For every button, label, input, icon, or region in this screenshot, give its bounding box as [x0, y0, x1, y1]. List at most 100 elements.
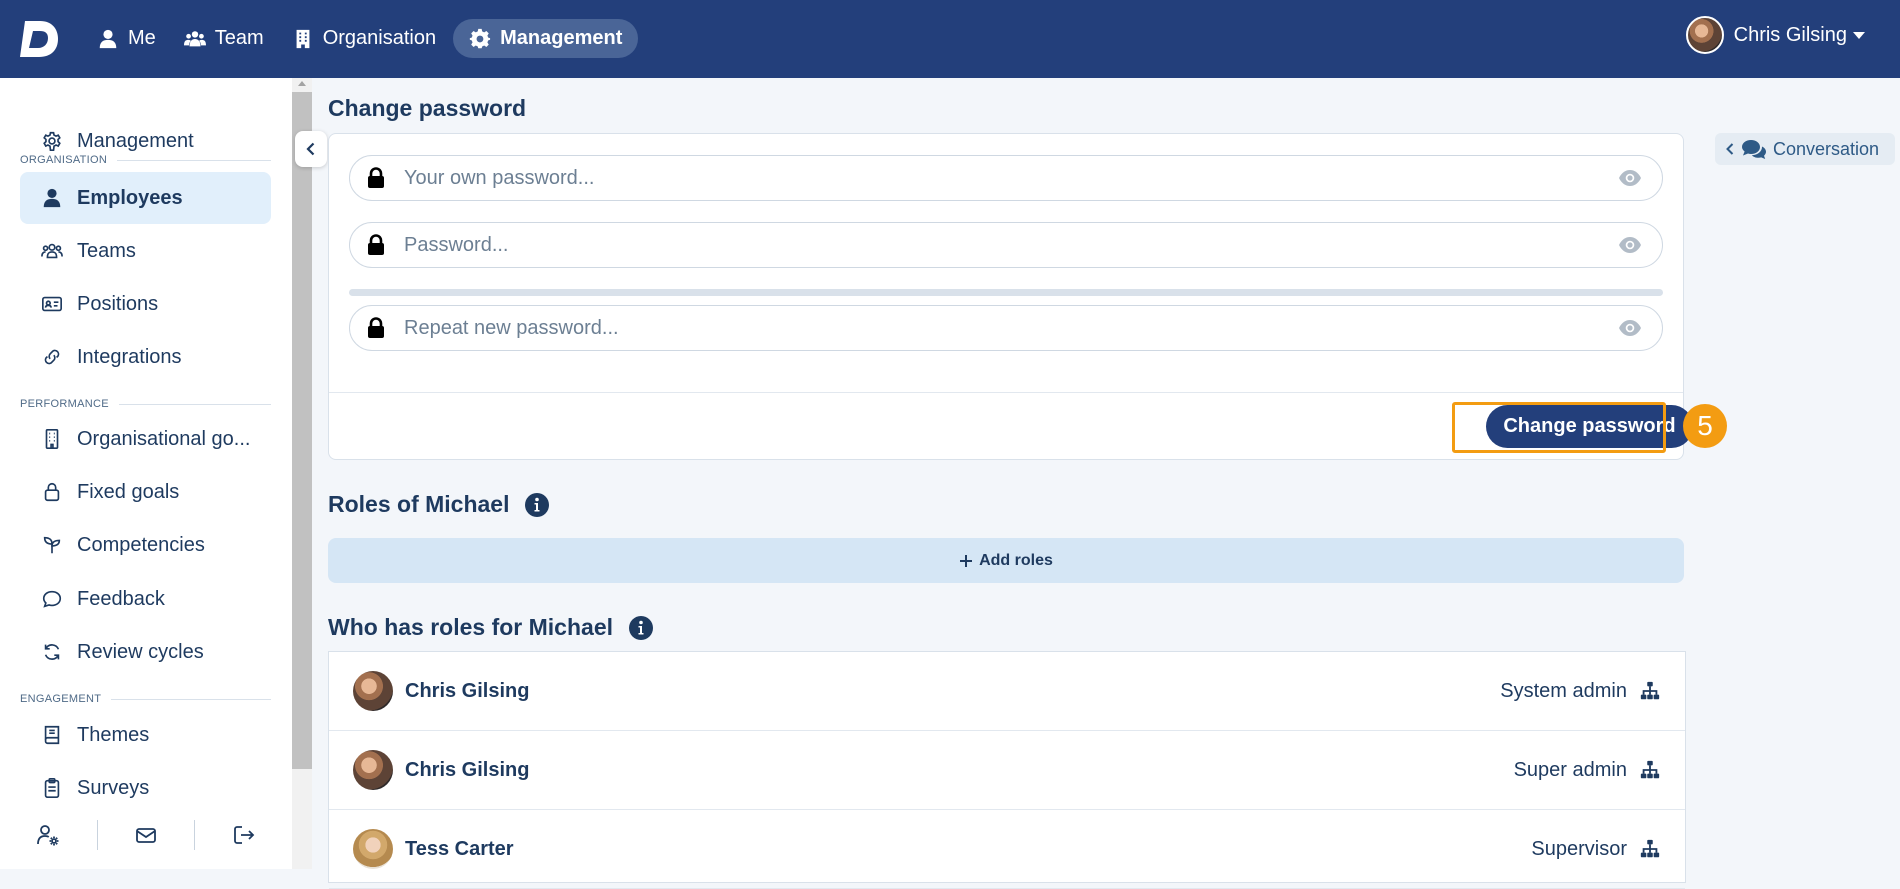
gear-icon	[469, 28, 491, 48]
chevron-left-icon	[1726, 143, 1734, 155]
avatar	[353, 829, 393, 869]
eye-icon[interactable]	[1618, 166, 1642, 190]
sidebar-footer	[0, 801, 292, 869]
nav-organisation[interactable]: Organisation	[281, 19, 447, 58]
lock-icon	[44, 482, 60, 502]
repeat-password-input[interactable]	[402, 315, 1618, 341]
sidebar-item-label: Integrations	[77, 345, 182, 368]
chevron-left-icon	[306, 142, 315, 156]
hierarchy-icon	[1640, 681, 1660, 700]
sidebar-item-label: Positions	[77, 292, 159, 315]
lock-icon	[368, 234, 384, 255]
user-menu[interactable]: Chris Gilsing	[1685, 16, 1865, 54]
nav-me[interactable]: Me	[86, 19, 167, 58]
sidebar-item-label: Review cycles	[77, 640, 204, 663]
repeat-password-field[interactable]	[349, 305, 1663, 351]
roles-title-text: Roles of Michael	[328, 491, 510, 517]
who-has-roles-title-text: Who has roles for Michael	[328, 614, 613, 640]
refresh-icon	[44, 644, 60, 660]
section-organisation: ORGANISATION	[20, 154, 271, 166]
sidebar-item-label: Organisational go...	[77, 427, 251, 450]
avatar	[353, 750, 393, 790]
lock-icon	[368, 317, 384, 338]
messages-button[interactable]	[96, 820, 195, 850]
info-icon[interactable]	[629, 615, 653, 640]
sidebar-item-feedback[interactable]: Feedback	[20, 573, 271, 625]
role-name: Supervisor	[1531, 837, 1627, 860]
clipboard-icon	[44, 778, 60, 798]
section-performance: PERFORMANCE	[20, 398, 271, 410]
user-icon	[43, 188, 61, 208]
section-engagement: ENGAGEMENT	[20, 693, 271, 705]
sidebar-item-integrations[interactable]: Integrations	[20, 331, 271, 383]
sidebar-item-organisational-goals[interactable]: Organisational go...	[20, 413, 271, 465]
new-password-field[interactable]	[349, 222, 1663, 268]
sidebar-item-themes[interactable]: Themes	[20, 709, 271, 761]
list-item[interactable]: Tess Carter Supervisor	[329, 810, 1685, 889]
sidebar: Management ORGANISATION Employees Teams …	[0, 78, 292, 869]
sidebar-item-fixed-goals[interactable]: Fixed goals	[20, 466, 271, 518]
sidebar-item-competencies[interactable]: Competencies	[20, 519, 271, 571]
eye-icon[interactable]	[1618, 233, 1642, 257]
own-password-input[interactable]	[402, 165, 1618, 191]
add-roles-button[interactable]: Add roles	[328, 538, 1684, 583]
nav-management[interactable]: Management	[453, 19, 639, 58]
password-strength-bar	[349, 289, 1663, 296]
collapse-sidebar-button[interactable]	[295, 131, 327, 167]
role-name: System admin	[1500, 679, 1627, 702]
envelope-icon	[136, 828, 156, 843]
sidebar-item-positions[interactable]: Positions	[20, 278, 271, 330]
new-password-input[interactable]	[402, 232, 1618, 258]
book-icon	[44, 725, 60, 745]
step-number-badge: 5	[1683, 404, 1727, 448]
sidebar-item-review-cycles[interactable]: Review cycles	[20, 626, 271, 678]
eye-icon[interactable]	[1618, 316, 1642, 340]
nav-team-label: Team	[214, 27, 264, 49]
sidebar-item-teams[interactable]: Teams	[20, 225, 271, 277]
role-name: Super admin	[1513, 758, 1627, 781]
conversation-label: Conversation	[1773, 138, 1880, 159]
card-divider	[329, 392, 1683, 393]
logout-button[interactable]	[194, 820, 292, 850]
chat-bubble-icon	[42, 590, 62, 608]
nav-management-label: Management	[500, 27, 623, 49]
list-item[interactable]: Chris Gilsing Super admin	[329, 731, 1685, 810]
user-name: Chris Gilsing	[1733, 23, 1847, 46]
info-icon[interactable]	[525, 492, 550, 517]
top-bar: Me Team Organisation Management Chris Gi…	[0, 0, 1900, 78]
sidebar-item-label: Competencies	[77, 533, 205, 556]
nav-me-label: Me	[128, 27, 156, 49]
scroll-up-arrow-icon[interactable]	[298, 81, 306, 86]
step-highlight-frame	[1452, 402, 1666, 453]
sidebar-item-label: Management	[77, 129, 194, 152]
sidebar-item-label: Surveys	[77, 776, 150, 799]
lock-icon	[368, 167, 384, 188]
gear-icon	[43, 131, 61, 151]
who-has-roles-title: Who has roles for Michael	[328, 614, 653, 641]
nav-organisation-label: Organisation	[322, 27, 437, 49]
sidebar-item-employees[interactable]: Employees	[20, 172, 271, 224]
hierarchy-icon	[1640, 839, 1660, 858]
sidebar-scrollbar[interactable]	[292, 78, 312, 869]
avatar	[353, 671, 393, 711]
users-icon	[183, 30, 206, 46]
scrollbar-thumb[interactable]	[292, 92, 312, 769]
main-nav: Me Team Organisation Management	[86, 19, 639, 58]
nav-team[interactable]: Team	[173, 19, 275, 58]
id-card-icon	[42, 296, 62, 312]
list-item[interactable]: Chris Gilsing System admin	[329, 652, 1685, 731]
building-icon	[45, 429, 59, 449]
who-has-roles-list: Chris Gilsing System admin Chris Gilsing…	[328, 651, 1686, 889]
comments-icon	[1742, 140, 1766, 159]
person-name: Chris Gilsing	[405, 679, 530, 702]
add-roles-label: Add roles	[979, 551, 1053, 569]
users-icon	[41, 243, 63, 259]
own-password-field[interactable]	[349, 155, 1663, 201]
user-avatar	[1685, 16, 1724, 54]
user-settings-button[interactable]	[0, 820, 97, 850]
person-name: Tess Carter	[405, 837, 514, 860]
conversation-toggle[interactable]: Conversation	[1715, 133, 1895, 165]
sidebar-item-label: Themes	[77, 723, 150, 746]
app-logo[interactable]	[18, 18, 60, 60]
link-icon	[44, 349, 60, 365]
